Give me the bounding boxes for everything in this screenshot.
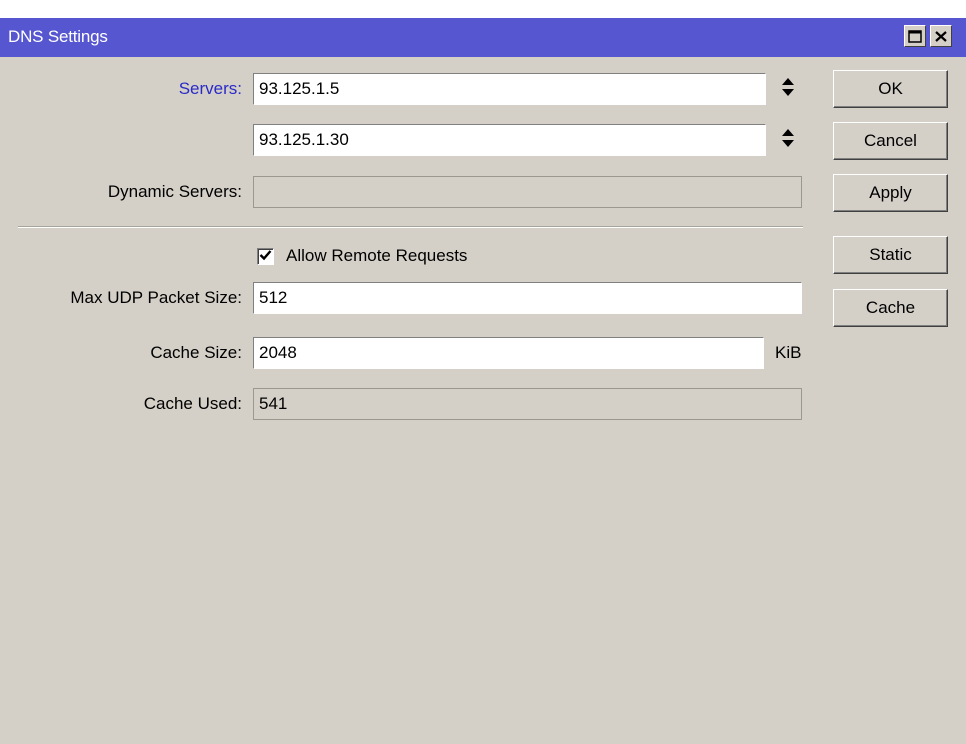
dns-settings-window: DNS Settings Servers: 93.125.1.5 93.125.… bbox=[0, 0, 966, 744]
cancel-button[interactable]: Cancel bbox=[833, 122, 948, 160]
static-button[interactable]: Static bbox=[833, 236, 948, 274]
cache-size-unit: KiB bbox=[775, 343, 802, 362]
apply-button[interactable]: Apply bbox=[833, 174, 948, 212]
up-down-arrows-icon bbox=[781, 77, 795, 102]
maximize-icon bbox=[908, 29, 922, 43]
server-field-1[interactable]: 93.125.1.5 bbox=[253, 73, 766, 105]
cache-used-field: 541 bbox=[253, 388, 802, 420]
close-icon bbox=[935, 30, 947, 42]
allow-remote-requests-checkbox[interactable] bbox=[257, 246, 274, 266]
max-udp-packet-size-label: Max UDP Packet Size: bbox=[70, 288, 242, 307]
ok-button[interactable]: OK bbox=[833, 70, 948, 108]
title-bar[interactable]: DNS Settings bbox=[0, 18, 966, 57]
servers-label[interactable]: Servers: bbox=[179, 73, 242, 105]
up-down-arrows-icon bbox=[781, 128, 795, 153]
dynamic-servers-label: Dynamic Servers: bbox=[107, 182, 242, 201]
cache-size-field[interactable]: 2048 bbox=[253, 337, 764, 369]
server-field-2[interactable]: 93.125.1.30 bbox=[253, 124, 766, 156]
server-2-spinner[interactable] bbox=[777, 124, 799, 156]
maximize-button[interactable] bbox=[904, 25, 926, 47]
window-title: DNS Settings bbox=[8, 27, 108, 46]
checkmark-icon bbox=[259, 246, 272, 266]
allow-remote-requests-row[interactable]: Allow Remote Requests bbox=[257, 240, 467, 272]
top-strip bbox=[0, 0, 966, 18]
close-button[interactable] bbox=[930, 25, 952, 47]
separator bbox=[18, 226, 803, 228]
cache-size-label: Cache Size: bbox=[150, 343, 242, 362]
max-udp-packet-size-field[interactable]: 512 bbox=[253, 282, 802, 314]
cache-used-label: Cache Used: bbox=[143, 394, 242, 413]
allow-remote-requests-label[interactable]: Allow Remote Requests bbox=[286, 246, 467, 266]
cache-button[interactable]: Cache bbox=[833, 289, 948, 327]
server-1-spinner[interactable] bbox=[777, 73, 799, 105]
dynamic-servers-field bbox=[253, 176, 802, 208]
